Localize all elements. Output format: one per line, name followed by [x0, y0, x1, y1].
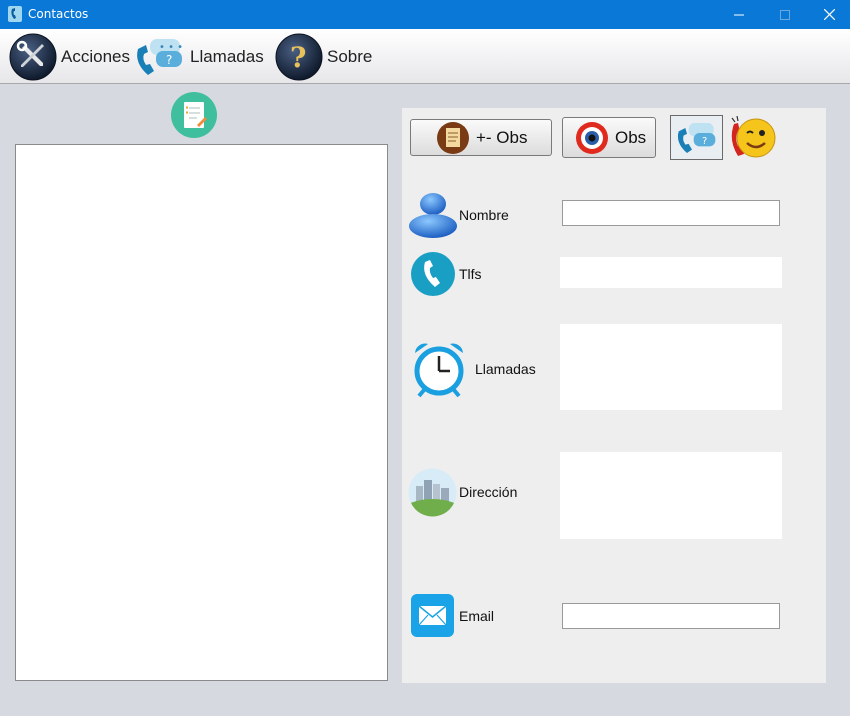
llamadas-field[interactable]: [560, 324, 782, 410]
email-label: Email: [459, 608, 495, 624]
nombre-label: Nombre: [459, 207, 509, 223]
menu-acciones-label: Acciones: [61, 47, 130, 66]
nombre-field[interactable]: [562, 200, 780, 226]
menu-bar: Acciones • • • • ? Llamadas ? Sobre: [0, 29, 850, 84]
contact-list[interactable]: [15, 144, 388, 681]
details-panel: +- Obs Obs ? Nombre Tlfs Llamadas Direcc…: [402, 108, 826, 683]
wink-phone-icon[interactable]: [728, 116, 778, 160]
phone-icon: [411, 252, 455, 296]
checklist-icon[interactable]: [170, 92, 218, 138]
city-icon: [408, 468, 457, 517]
menu-llamadas-label: Llamadas: [190, 47, 264, 66]
app-phone-icon: [8, 6, 22, 22]
notepad-icon: [437, 121, 469, 154]
window-title: Contactos: [28, 7, 89, 21]
tlfs-field[interactable]: [560, 257, 782, 288]
edit-obs-label: +- Obs: [476, 127, 528, 147]
phone-chat-icon: • • • • ?: [137, 39, 186, 75]
menu-acciones[interactable]: Acciones: [9, 32, 130, 82]
svg-text:?: ?: [166, 53, 172, 67]
maximize-button[interactable]: [762, 0, 808, 29]
close-button[interactable]: [806, 0, 850, 29]
envelope-icon: [411, 594, 454, 637]
maximize-icon: [780, 9, 790, 20]
eye-icon: [576, 121, 608, 154]
edit-obs-button[interactable]: +- Obs: [410, 119, 552, 156]
direccion-field[interactable]: [560, 452, 782, 539]
menu-llamadas[interactable]: • • • • ? Llamadas: [134, 32, 264, 82]
llamadas-label: Llamadas: [475, 361, 536, 377]
tlfs-label: Tlfs: [459, 266, 482, 282]
alarm-clock-icon: [414, 343, 464, 398]
view-obs-button[interactable]: Obs: [562, 117, 656, 158]
direccion-label: Dirección: [459, 484, 518, 500]
svg-text:?: ?: [702, 135, 707, 146]
calls-button[interactable]: ?: [670, 115, 723, 160]
close-icon: [823, 9, 835, 20]
phone-chat-icon: ?: [677, 122, 715, 153]
email-field[interactable]: [562, 603, 780, 629]
tools-icon: [9, 33, 57, 81]
svg-text:?: ?: [290, 41, 306, 74]
title-bar: Contactos: [0, 0, 850, 29]
help-icon: ?: [275, 33, 323, 81]
minimize-icon: [734, 14, 744, 15]
view-obs-label: Obs: [615, 127, 647, 147]
person-icon: [409, 193, 457, 238]
minimize-button[interactable]: [716, 0, 762, 29]
menu-sobre-label: Sobre: [327, 47, 373, 66]
menu-sobre[interactable]: ? Sobre: [275, 32, 372, 82]
